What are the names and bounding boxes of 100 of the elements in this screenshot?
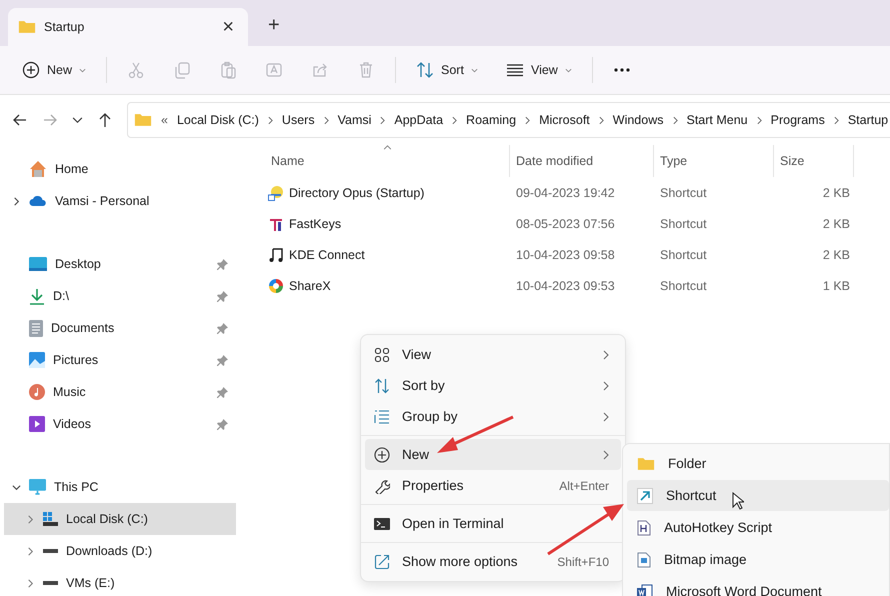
sidebar-label: Home: [55, 162, 88, 176]
sidebar-label: Desktop: [55, 257, 101, 271]
chevron-icon: [452, 116, 458, 124]
new-tab-button[interactable]: +: [262, 13, 286, 38]
plus-circle-icon: [374, 446, 390, 462]
sidebar-item[interactable]: Music: [0, 376, 240, 408]
breadcrumb[interactable]: Users: [282, 113, 315, 127]
file-row[interactable]: KDE Connect 10-04-2023 09:58 Shortcut 2 KB: [268, 239, 890, 270]
date-cell-text: 09-04-2023 19:42: [515, 186, 616, 200]
chevron-icon: [380, 116, 386, 124]
sidebar-label: This PC: [54, 480, 98, 494]
date-cell-text: 10-04-2023 09:53: [515, 278, 616, 292]
menu-item[interactable]: Bitmap image: [627, 544, 889, 575]
column-header[interactable]: Size: [774, 145, 854, 177]
type-cell-text: Shortcut: [659, 186, 708, 200]
sidebar-item[interactable]: This PC: [0, 471, 240, 503]
sort-icon: [374, 378, 390, 394]
arrow-icon: [637, 488, 653, 504]
sidebar-label: Downloads (D:): [66, 544, 152, 558]
image-file-icon: [637, 552, 651, 568]
size-cell-text: 2 KB: [822, 248, 851, 262]
menu-item[interactable]: Show more options Shift+F10: [365, 546, 621, 577]
new-button[interactable]: New: [10, 53, 98, 87]
sidebar-item[interactable]: D:\: [0, 280, 240, 312]
column-header[interactable]: Name: [268, 145, 510, 177]
menu-item[interactable]: Group by: [365, 401, 621, 432]
menu-item[interactable]: Folder: [627, 448, 889, 479]
breadcrumb[interactable]: Start Menu: [686, 113, 748, 127]
sidebar-item[interactable]: Local Disk (C:): [4, 503, 236, 535]
sidebar-item[interactable]: Desktop: [0, 248, 240, 280]
menu-item[interactable]: View: [365, 339, 621, 370]
sidebar-label: Pictures: [53, 353, 98, 367]
file-name: FastKeys: [289, 216, 342, 230]
breadcrumb[interactable]: Microsoft: [539, 113, 590, 127]
sidebar-label: Local Disk (C:): [66, 512, 148, 526]
chevron-icon: [525, 116, 530, 124]
sort-button[interactable]: Sort: [404, 53, 490, 87]
menu-item[interactable]: New: [365, 439, 621, 470]
monitor-icon: [29, 479, 46, 495]
breadcrumb[interactable]: Roaming: [466, 113, 516, 127]
breadcrumb[interactable]: Programs: [770, 113, 825, 127]
file-name: Directory Opus (Startup): [289, 186, 424, 200]
address-bar[interactable]: « Local Disk (C:) Users Vamsi AppData Roaming Microsoft Windows Start Menu Programs Startup: [127, 102, 890, 138]
overflow-chevron[interactable]: «: [161, 113, 168, 127]
sidebar-item[interactable]: VMs (E:): [4, 567, 236, 596]
menu-item[interactable]: Sort by: [365, 370, 621, 401]
menu-item[interactable]: Microsoft Word Document: [627, 576, 889, 596]
sidebar-label: VMs (E:): [66, 576, 115, 590]
menu-label: Bitmap image: [664, 552, 747, 567]
document-icon: [637, 520, 651, 536]
scissors-icon: [127, 61, 146, 79]
size-cell-text: 1 KB: [822, 278, 851, 292]
keyboard-shortcut: Alt+Enter: [559, 478, 609, 492]
sidebar-label: Videos: [53, 417, 91, 431]
menu-item[interactable]: Properties Alt+Enter: [365, 470, 621, 501]
rename-icon: [265, 61, 284, 79]
column-header[interactable]: Date modified: [510, 145, 654, 177]
close-tab-button[interactable]: ×: [218, 16, 238, 38]
type-cell-text: Shortcut: [659, 248, 708, 262]
menu-item[interactable]: AutoHotkey Script: [627, 512, 889, 543]
menu-item[interactable]: Shortcut: [627, 480, 889, 511]
column-header[interactable]: Type: [654, 145, 774, 177]
house-icon: [29, 161, 47, 177]
sidebar-item[interactable]: Downloads (D:): [4, 535, 236, 567]
menu-label: Group by: [402, 409, 458, 424]
sidebar-item[interactable]: Pictures: [0, 344, 240, 376]
folder-tab[interactable]: Startup ×: [8, 8, 248, 46]
size-cell-text: 2 KB: [822, 216, 851, 230]
sort-icon: [416, 61, 434, 79]
breadcrumb[interactable]: Vamsi: [338, 113, 372, 127]
picture-icon: [29, 352, 45, 368]
right-arrow-icon: [42, 112, 58, 128]
folder-icon: [134, 114, 152, 126]
date-cell-text: 08-05-2023 07:56: [515, 216, 616, 230]
type-cell-text: Shortcut: [659, 216, 708, 230]
breadcrumb[interactable]: AppData: [394, 113, 444, 127]
folder-icon: [637, 458, 655, 470]
drive-icon: [43, 581, 58, 585]
chevron-icon: [672, 116, 678, 124]
file-row[interactable]: FastKeys 08-05-2023 07:56 Shortcut 2 KB: [268, 208, 890, 239]
breadcrumb[interactable]: Startup: [848, 113, 888, 127]
sidebar-label: D:\: [53, 289, 69, 303]
terminal-icon: [374, 518, 390, 530]
sidebar-item[interactable]: Videos: [0, 408, 240, 440]
sidebar-item[interactable]: Home: [0, 153, 240, 185]
type-cell-text: Shortcut: [659, 278, 708, 292]
sidebar-item[interactable]: Vamsi - Personal: [0, 185, 240, 217]
dropdown-caret-icon: [79, 68, 86, 72]
music-note-icon: [268, 246, 284, 262]
menu-label: AutoHotkey Script: [664, 520, 772, 535]
folder-icon: [18, 21, 36, 33]
menu-item[interactable]: Open in Terminal: [365, 508, 621, 539]
breadcrumb[interactable]: Windows: [612, 113, 664, 127]
breadcrumb[interactable]: Local Disk (C:): [176, 113, 259, 127]
menu-label: Open in Terminal: [402, 516, 504, 531]
file-row[interactable]: ShareX 10-04-2023 09:53 Shortcut 1 KB: [268, 270, 890, 301]
menu-label: Properties: [402, 478, 464, 493]
sidebar-item[interactable]: Documents: [0, 312, 240, 344]
view-button[interactable]: View: [494, 53, 584, 87]
file-row[interactable]: Directory Opus (Startup) 09-04-2023 19:42 Shortcut 2 KB: [268, 177, 890, 208]
